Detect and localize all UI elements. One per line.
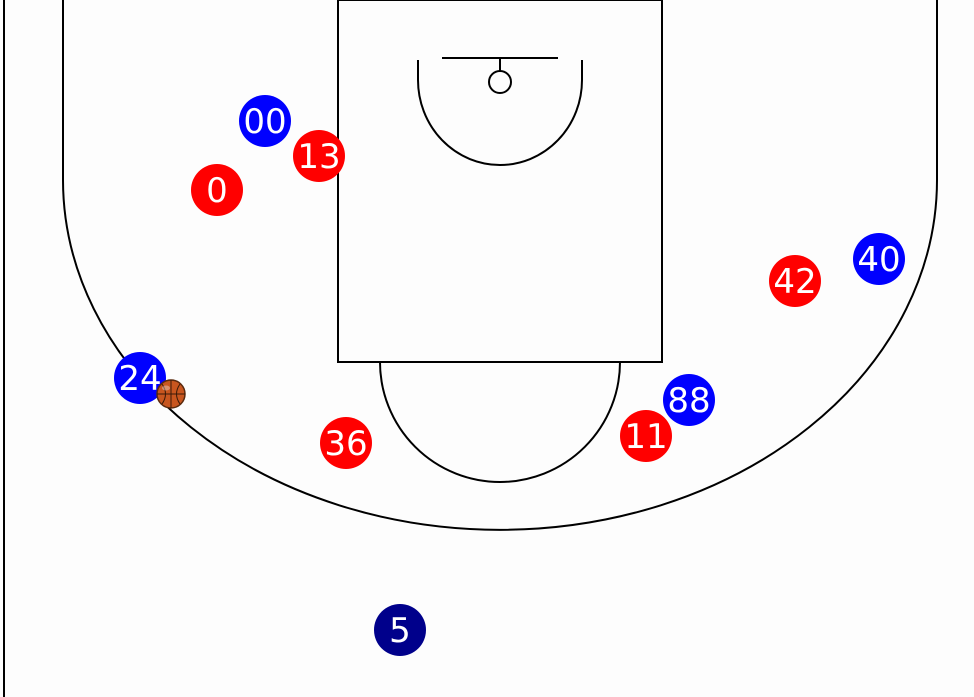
player-number: 13	[297, 137, 340, 177]
player-number: 36	[324, 424, 367, 464]
player-number: 88	[667, 381, 710, 421]
player-red-11: 11	[620, 410, 672, 462]
player-blue-00: 00	[239, 95, 291, 147]
player-navy-5: 5	[374, 604, 426, 656]
player-red-0: 0	[191, 164, 243, 216]
free-throw-circle	[379, 361, 621, 483]
player-red-42: 42	[769, 255, 821, 307]
player-blue-88: 88	[663, 374, 715, 426]
rim	[488, 70, 512, 94]
player-number: 11	[624, 417, 667, 457]
court-svg: 00 13 0 40 42 24 8811 36 5	[3, 0, 938, 697]
three-point-arc	[62, 179, 938, 531]
ball-layer	[156, 379, 186, 409]
player-blue-40: 40	[853, 233, 905, 285]
court-lines	[3, 0, 938, 697]
half-court-diagram: 00 13 0 40 42 24 88 11 36 5	[0, 0, 974, 697]
player-number: 40	[857, 240, 900, 280]
player-number: 00	[243, 102, 286, 142]
restricted-area-arc	[417, 60, 583, 166]
paint-lane	[337, 0, 663, 363]
player-red-13: 13	[293, 130, 345, 182]
player-red-36: 36	[320, 417, 372, 469]
player-number: 24	[118, 359, 161, 399]
player-number: 5	[389, 611, 411, 651]
players-layer: 00 13 0 40 42 24 8811 36 5	[114, 95, 905, 656]
basketball-icon	[156, 379, 186, 409]
player-number: 0	[206, 171, 228, 211]
player-number: 42	[773, 262, 816, 302]
